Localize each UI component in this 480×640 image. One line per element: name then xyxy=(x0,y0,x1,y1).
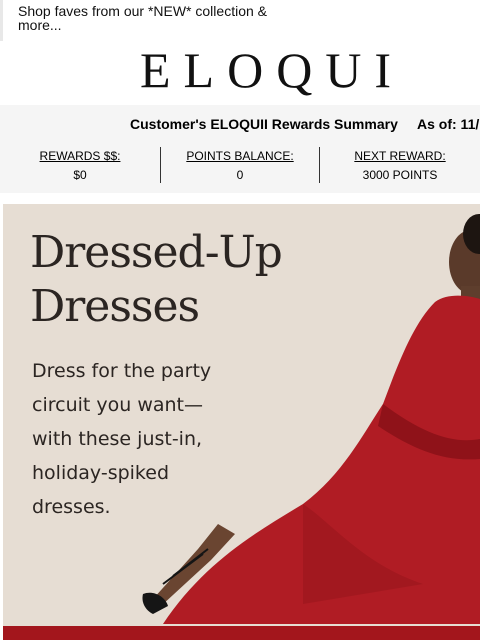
points-balance[interactable]: POINTS BALANCE: 0 xyxy=(160,149,320,182)
hero-subtext: Dress for the party circuit you want—wit… xyxy=(32,360,212,518)
header: ELOQUI xyxy=(0,41,480,105)
rewards-title: Customer's ELOQUII Rewards Summary xyxy=(130,116,398,132)
preheader[interactable]: Shop faves from our *NEW* collection & m… xyxy=(0,0,300,41)
rewards-dollars-label[interactable]: REWARDS $$: xyxy=(0,149,160,163)
hero-banner[interactable]: Dressed-Up Dresses Dress for the party c… xyxy=(3,204,480,640)
brand-logo[interactable]: ELOQUI xyxy=(140,45,404,95)
rewards-dollars-value: $0 xyxy=(73,168,87,182)
rewards-summary: Customer's ELOQUII Rewards Summary As of… xyxy=(0,105,480,193)
points-balance-label[interactable]: POINTS BALANCE: xyxy=(160,149,320,163)
next-reward[interactable]: NEXT REWARD: 3000 POINTS xyxy=(320,149,480,182)
hero-bottom-band xyxy=(3,626,480,640)
rewards-dollars[interactable]: REWARDS $$: $0 xyxy=(0,149,160,182)
points-balance-value: 0 xyxy=(236,168,244,182)
next-reward-value: 3000 POINTS xyxy=(362,168,438,182)
preheader-text[interactable]: Shop faves from our *NEW* collection & m… xyxy=(18,3,267,33)
hero-headline: Dressed-Up Dresses xyxy=(30,227,283,332)
rewards-as-of: As of: 11/ xyxy=(417,116,480,132)
next-reward-label[interactable]: NEXT REWARD: xyxy=(320,149,480,163)
